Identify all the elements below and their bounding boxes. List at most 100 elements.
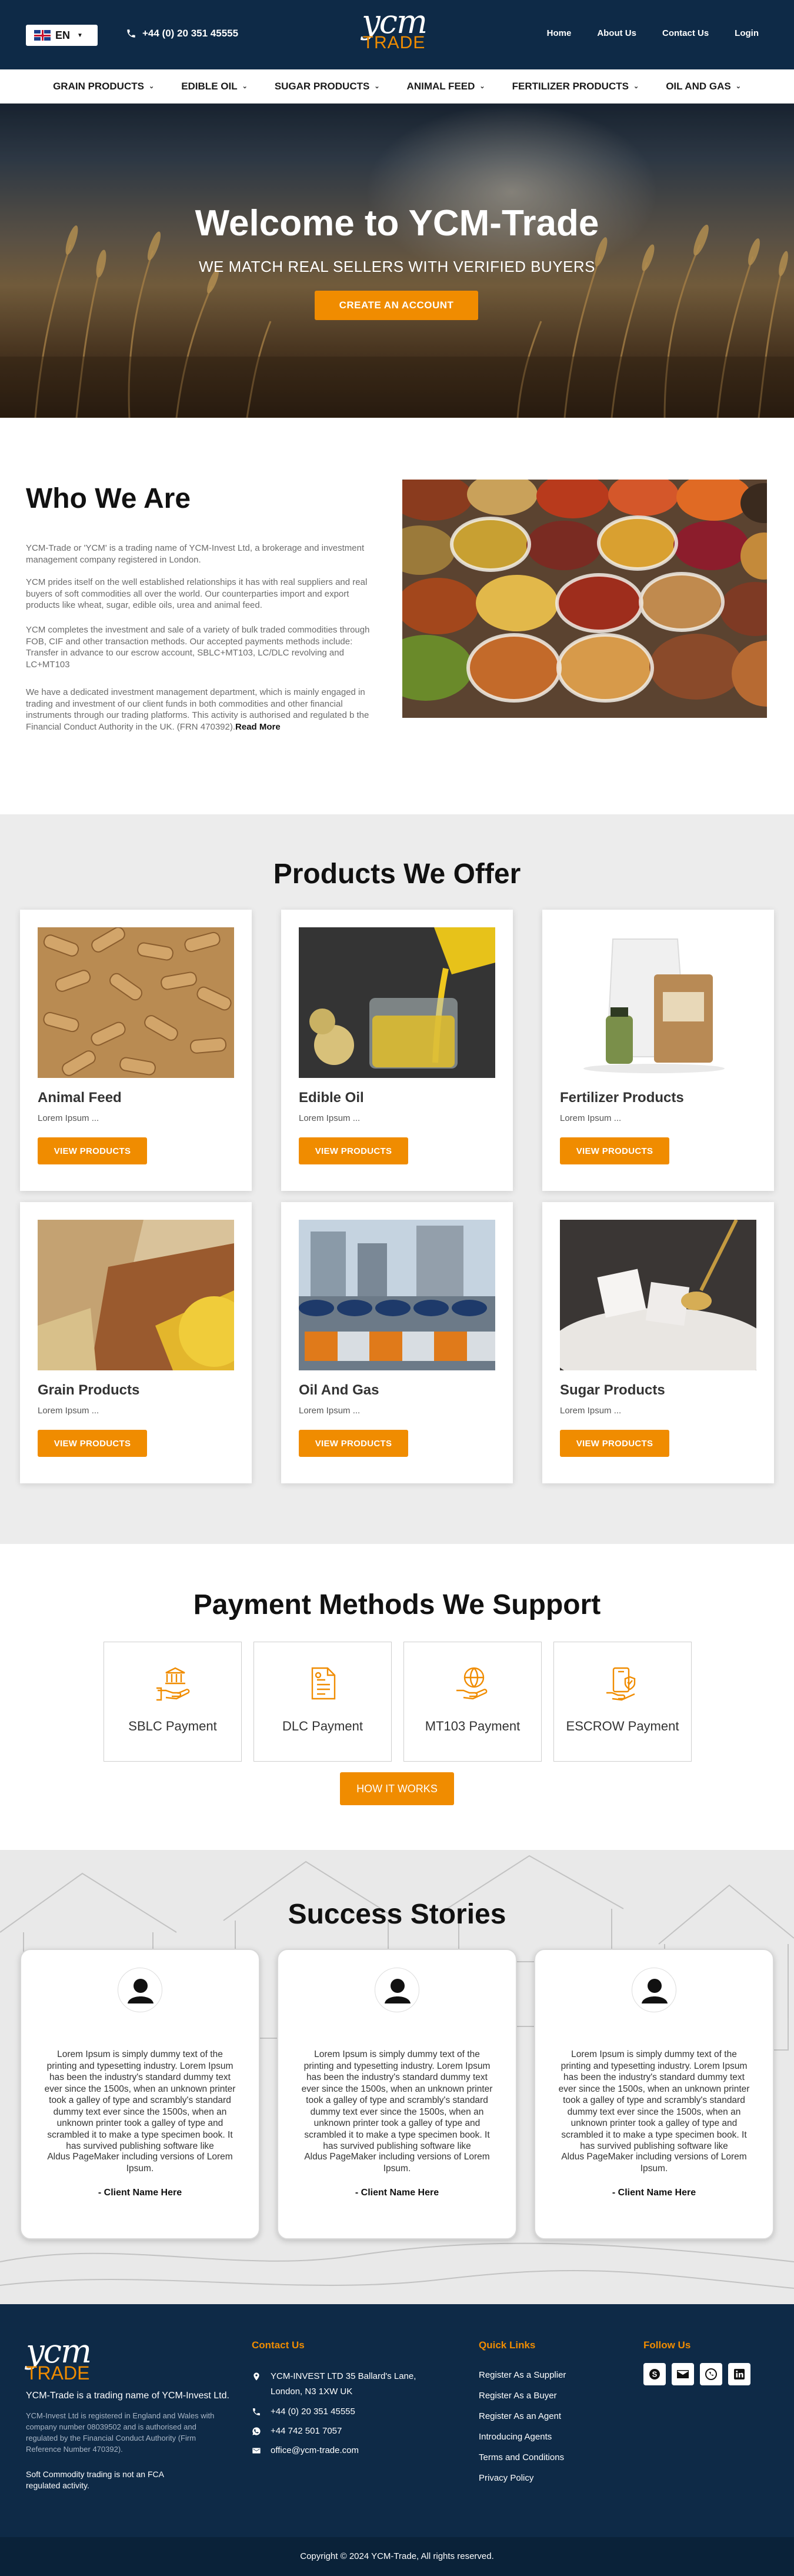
hero-title: Welcome to YCM-Trade — [195, 203, 599, 244]
nav-home[interactable]: Home — [547, 28, 572, 38]
testimonial-text-tail: Aldus PageMaker including versions of Lo… — [47, 2152, 233, 2174]
hero-subtitle: WE MATCH REAL SELLERS WITH VERIFIED BUYE… — [199, 258, 595, 275]
payment-method-label: SBLC Payment — [128, 1719, 217, 1733]
nav-about-us[interactable]: About Us — [597, 28, 636, 38]
client-name: - Client Name Here — [355, 2188, 439, 2198]
footer-whatsapp[interactable]: +44 742 501 7057 — [252, 2424, 342, 2439]
category-fertilizer-products[interactable]: FERTILIZER PRODUCTS ⌄ — [512, 81, 639, 92]
document-icon — [311, 1667, 336, 1700]
whatsapp-icon[interactable] — [700, 2363, 722, 2385]
view-products-button[interactable]: VIEW PRODUCTS — [38, 1137, 147, 1164]
view-products-button[interactable]: VIEW PRODUCTS — [560, 1430, 669, 1457]
category-nav: GRAIN PRODUCTS ⌄ EDIBLE OIL ⌄ SUGAR PRODUC… — [0, 69, 794, 104]
product-name: Oil And Gas — [299, 1382, 379, 1398]
create-account-button[interactable]: CREATE AN ACCOUNT — [315, 291, 478, 320]
product-name: Grain Products — [38, 1382, 140, 1398]
top-bar: EN ▼ +44 (0) 20 351 45555 ycm TRADE Home… — [0, 0, 794, 69]
payment-method-dlc[interactable]: DLC Payment — [253, 1642, 392, 1762]
language-selector[interactable]: EN ▼ — [26, 25, 98, 46]
footer-phone-text: +44 (0) 20 351 45555 — [271, 2407, 355, 2417]
product-card-grain-products: Grain Products Lorem Ipsum ... VIEW PROD… — [20, 1202, 252, 1483]
category-label: GRAIN PRODUCTS — [53, 80, 144, 92]
header-phone[interactable]: +44 (0) 20 351 45555 — [126, 28, 238, 39]
view-products-button[interactable]: VIEW PRODUCTS — [38, 1430, 147, 1457]
footer-registration: YCM-Invest Ltd is registered in England … — [26, 2411, 215, 2454]
footer-email-text: office@ycm-trade.com — [271, 2445, 359, 2455]
phone-icon — [253, 2408, 260, 2415]
client-name: - Client Name Here — [612, 2188, 696, 2198]
edible-oil-image — [299, 927, 495, 1078]
product-desc: Lorem Ipsum ... — [299, 1406, 361, 1416]
link-register-agent[interactable]: Register As an Agent — [479, 2411, 561, 2421]
globe-hand-icon — [456, 1667, 488, 1700]
product-desc: Lorem Ipsum ... — [560, 1406, 622, 1416]
footer-logo-trade: TRADE — [26, 2362, 90, 2384]
footer-address: YCM-INVEST LTD 35 Ballard's Lane, London… — [252, 2369, 428, 2399]
view-products-button[interactable]: VIEW PRODUCTS — [299, 1430, 408, 1457]
payment-method-mt103[interactable]: MT103 Payment — [403, 1642, 542, 1762]
linkedin-icon[interactable] — [728, 2363, 750, 2385]
success-title: Success Stories — [288, 1899, 506, 1930]
uk-flag-icon — [34, 30, 51, 41]
read-more-link[interactable]: Read More — [235, 722, 281, 732]
fertilizer-image — [560, 927, 756, 1078]
chevron-down-icon: ⌄ — [242, 83, 248, 90]
footer-fca-note: Soft Commodity trading is not an FCA reg… — [26, 2470, 164, 2490]
site-footer: ycm TRADE YCM-Trade is a trading name of… — [0, 2304, 794, 2576]
product-card-sugar-products: Sugar Products Lorem Ipsum ... VIEW PROD… — [542, 1202, 774, 1483]
category-label: EDIBLE OIL — [181, 80, 238, 92]
view-products-button[interactable]: VIEW PRODUCTS — [299, 1137, 408, 1164]
payment-method-label: MT103 Payment — [425, 1719, 521, 1733]
footer-logo[interactable]: ycm TRADE — [26, 2335, 92, 2384]
testimonial-text-tail: Aldus PageMaker including versions of Lo… — [304, 2152, 490, 2174]
product-card-oil-and-gas: Oil And Gas Lorem Ipsum ... VIEW PRODUCT… — [281, 1202, 513, 1483]
skype-icon[interactable]: S — [643, 2363, 666, 2385]
link-privacy[interactable]: Privacy Policy — [479, 2473, 533, 2483]
product-desc: Lorem Ipsum ... — [299, 1113, 361, 1123]
who-paragraph-4: We have a dedicated investment managemen… — [26, 687, 379, 733]
quick-links-title: Quick Links — [479, 2339, 536, 2351]
product-name: Fertilizer Products — [560, 1090, 684, 1106]
footer-email[interactable]: office@ycm-trade.com — [252, 2443, 359, 2458]
top-nav: Home About Us Contact Us Login — [547, 28, 759, 38]
animal-feed-image — [38, 927, 234, 1078]
payment-method-sblc[interactable]: SBLC Payment — [104, 1642, 242, 1762]
payment-title: Payment Methods We Support — [193, 1589, 601, 1620]
follow-title: Follow Us — [643, 2339, 691, 2351]
secure-payment-icon — [606, 1667, 636, 1701]
category-animal-feed[interactable]: ANIMAL FEED ⌄ — [407, 81, 485, 92]
link-register-buyer[interactable]: Register As a Buyer — [479, 2391, 557, 2401]
view-products-button[interactable]: VIEW PRODUCTS — [560, 1137, 669, 1164]
language-label: EN — [55, 29, 71, 41]
payment-method-escrow[interactable]: ESCROW Payment — [553, 1642, 692, 1762]
nav-contact-us[interactable]: Contact Us — [662, 28, 709, 38]
product-name: Animal Feed — [38, 1090, 122, 1106]
category-label: OIL AND GAS — [666, 80, 731, 92]
nav-login[interactable]: Login — [735, 28, 759, 38]
footer-phone[interactable]: +44 (0) 20 351 45555 — [252, 2404, 355, 2419]
testimonial-card: Lorem Ipsum is simply dummy text of the … — [277, 1949, 517, 2239]
site-logo[interactable]: ycm TRADE — [347, 6, 441, 60]
category-grain-products[interactable]: GRAIN PRODUCTS ⌄ — [53, 81, 154, 92]
link-terms[interactable]: Terms and Conditions — [479, 2452, 564, 2462]
spices-market-image — [402, 480, 767, 718]
category-sugar-products[interactable]: SUGAR PRODUCTS ⌄ — [275, 81, 380, 92]
phone-icon — [127, 29, 135, 38]
how-it-works-button[interactable]: HOW IT WORKS — [340, 1772, 454, 1805]
chevron-down-icon: ⌄ — [633, 83, 639, 90]
who-paragraph-4-text: We have a dedicated investment managemen… — [26, 687, 369, 732]
sugar-products-image — [560, 1220, 756, 1370]
email-icon[interactable] — [672, 2363, 694, 2385]
link-register-supplier[interactable]: Register As a Supplier — [479, 2370, 566, 2380]
payment-method-label: ESCROW Payment — [566, 1719, 679, 1733]
chevron-down-icon: ▼ — [77, 32, 83, 39]
product-desc: Lorem Ipsum ... — [38, 1113, 99, 1123]
link-introducing-agents[interactable]: Introducing Agents — [479, 2432, 552, 2442]
category-oil-and-gas[interactable]: OIL AND GAS ⌄ — [666, 81, 741, 92]
client-avatar — [118, 1968, 162, 2012]
category-edible-oil[interactable]: EDIBLE OIL ⌄ — [181, 81, 248, 92]
footer-address-text: YCM-INVEST LTD 35 Ballard's Lane, London… — [271, 2371, 416, 2397]
chevron-down-icon: ⌄ — [374, 83, 380, 90]
success-stories-section: Success Stories Lorem Ipsum is simply du… — [0, 1850, 794, 2304]
product-card-animal-feed: Animal Feed Lorem Ipsum ... VIEW PRODUCT… — [20, 910, 252, 1191]
